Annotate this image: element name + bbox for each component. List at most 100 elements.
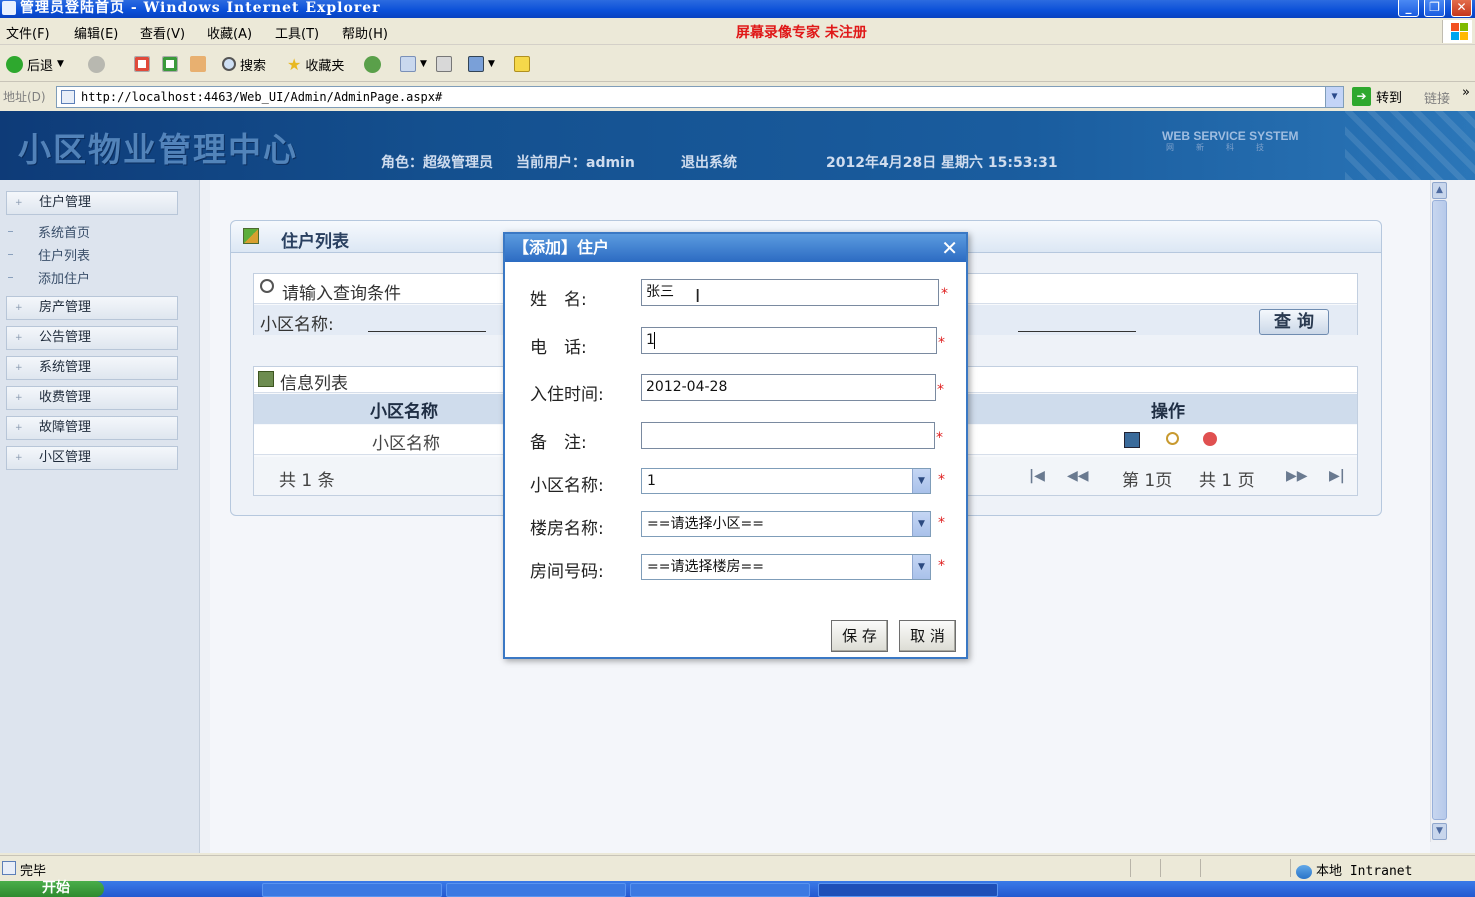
page-status-icon <box>2 861 16 875</box>
room-label: 房间号码: <box>530 562 604 582</box>
taskbar-button[interactable] <box>262 883 442 897</box>
sidebar-section-property[interactable]: + 房产管理 <box>6 296 178 320</box>
query-heading: 请输入查询条件 <box>282 284 401 304</box>
intranet-globe-icon <box>1296 864 1312 879</box>
sidebar-item-add-resident[interactable]: 添加住户 <box>38 268 90 287</box>
status-divider <box>1200 859 1201 877</box>
notes-icon <box>514 56 530 72</box>
community-select[interactable]: 1 ▼ <box>641 468 931 494</box>
close-window-button[interactable]: ✕ <box>1451 0 1472 17</box>
favorites-button[interactable]: ★ 收藏夹 <box>287 54 344 74</box>
name-input[interactable]: 张三 <box>641 279 939 306</box>
prev-page-icon[interactable]: ◀◀ <box>1067 468 1089 484</box>
scroll-down-icon[interactable]: ▼ <box>1432 823 1447 840</box>
site-header: 小区物业管理中心 角色：超级管理员 当前用户：admin 退出系统 2012年4… <box>0 111 1475 180</box>
first-page-icon[interactable]: |◀ <box>1029 468 1045 484</box>
cancel-button[interactable]: 取 消 <box>899 620 956 652</box>
mail-button[interactable]: ▼ <box>400 54 427 74</box>
stop-button[interactable] <box>134 54 150 74</box>
dialog-title-bar: 【添加】住户 ✕ <box>505 234 966 262</box>
back-button[interactable]: 后退 ▼ <box>6 54 64 74</box>
save-button[interactable]: 保 存 <box>831 620 888 652</box>
community-value: 1 <box>647 473 656 489</box>
history-button[interactable] <box>364 54 381 74</box>
date-input[interactable]: 2012-04-28 <box>641 374 936 401</box>
sidebar-section-community[interactable]: + 小区管理 <box>6 446 178 470</box>
building-select[interactable]: ==请选择小区== ▼ <box>641 511 931 537</box>
go-label: 转到 <box>1376 91 1403 106</box>
more-links-icon[interactable]: » <box>1462 85 1470 100</box>
notes-button[interactable] <box>514 54 530 74</box>
vertical-scrollbar[interactable]: ▲ ▼ <box>1430 180 1447 842</box>
sidebar-section-fees[interactable]: + 收费管理 <box>6 386 178 410</box>
scroll-up-icon[interactable]: ▲ <box>1432 182 1447 199</box>
sidebar: + 住户管理 系统首页 住户列表 添加住户 + 房产管理 + 公告管理 + 系统管理 +… <box>0 180 200 853</box>
links-button[interactable]: 链接 <box>1424 88 1450 107</box>
taskbar-button[interactable] <box>630 883 810 897</box>
sidebar-section-announcements[interactable]: + 公告管理 <box>6 326 178 350</box>
chevron-down-icon: ▼ <box>912 512 930 536</box>
phone-input[interactable]: 1 <box>641 327 937 354</box>
taskbar-button-active[interactable] <box>818 883 998 897</box>
plus-icon: + <box>15 333 23 343</box>
web-service-title: WEB SERVICE SYSTEM <box>1162 129 1299 143</box>
next-page-icon[interactable]: ▶▶ <box>1286 468 1308 484</box>
menu-view[interactable]: 查看(V) <box>140 23 185 42</box>
star-icon: ★ <box>287 54 302 74</box>
address-bar: 地址(D) http://localhost:4463/Web_UI/Admin… <box>0 84 1475 111</box>
start-button[interactable]: 开始 <box>0 881 104 897</box>
sidebar-item-home[interactable]: 系统首页 <box>38 222 90 241</box>
forward-button[interactable] <box>88 54 105 74</box>
home-button[interactable] <box>190 54 206 74</box>
query-button[interactable]: 查 询 <box>1259 309 1329 335</box>
date-value: 2012-04-28 <box>646 379 728 395</box>
delete-icon[interactable] <box>1203 432 1217 446</box>
text-cursor-icon: I <box>695 286 701 307</box>
plus-icon: + <box>15 393 23 403</box>
logout-link[interactable]: 退出系统 <box>681 152 737 172</box>
scroll-thumb[interactable] <box>1432 200 1447 820</box>
taskbar-button[interactable] <box>446 883 626 897</box>
room-select[interactable]: ==请选择楼房== ▼ <box>641 554 931 580</box>
refresh-button[interactable] <box>162 54 178 74</box>
menu-file[interactable]: 文件(F) <box>6 23 50 42</box>
total-count: 共 1 条 <box>279 471 335 491</box>
sidebar-section-residents[interactable]: + 住户管理 <box>6 191 178 215</box>
menu-favorites[interactable]: 收藏(A) <box>207 23 252 42</box>
edit-icon[interactable] <box>1124 432 1140 448</box>
page-icon <box>61 90 75 104</box>
view-icon[interactable] <box>1166 432 1179 445</box>
info-list-heading: 信息列表 <box>280 374 348 394</box>
edit-button[interactable]: ▼ <box>468 54 495 74</box>
address-input[interactable]: http://localhost:4463/Web_UI/Admin/Admin… <box>56 86 1344 108</box>
address-dropdown-icon[interactable]: ▼ <box>1325 87 1343 107</box>
query-community-input[interactable] <box>368 331 486 332</box>
query-second-input[interactable] <box>1018 331 1136 332</box>
menu-edit[interactable]: 编辑(E) <box>74 23 118 42</box>
sidebar-section-label: 公告管理 <box>39 330 92 345</box>
status-divider <box>1290 859 1291 877</box>
phone-label: 电 话: <box>530 338 587 358</box>
sidebar-section-faults[interactable]: + 故障管理 <box>6 416 178 440</box>
note-input[interactable] <box>641 422 935 449</box>
print-button[interactable] <box>436 54 452 74</box>
minimize-button[interactable]: _ <box>1398 0 1419 17</box>
last-page-icon[interactable]: ▶| <box>1329 468 1345 484</box>
restore-button[interactable]: ❐ <box>1424 0 1445 17</box>
sidebar-section-system[interactable]: + 系统管理 <box>6 356 178 380</box>
required-mark: * <box>938 472 945 488</box>
sidebar-item-resident-list[interactable]: 住户列表 <box>38 245 90 264</box>
search-button[interactable]: 搜索 <box>222 54 266 74</box>
user-role: 角色：超级管理员 <box>381 155 493 171</box>
menu-tools[interactable]: 工具(T) <box>275 23 319 42</box>
status-bar: 完毕 本地 Intranet <box>0 855 1475 880</box>
dialog-close-icon[interactable]: ✕ <box>941 234 958 262</box>
column-actions: 操作 <box>1151 402 1185 422</box>
name-value: 张三 <box>646 284 674 300</box>
menu-help[interactable]: 帮助(H) <box>342 23 388 42</box>
list-icon <box>258 371 274 387</box>
note-label: 备 注: <box>530 433 587 453</box>
sidebar-section-label: 住户管理 <box>39 195 92 210</box>
go-button[interactable]: ➔ 转到 <box>1352 87 1402 106</box>
address-url: http://localhost:4463/Web_UI/Admin/Admin… <box>81 90 443 104</box>
